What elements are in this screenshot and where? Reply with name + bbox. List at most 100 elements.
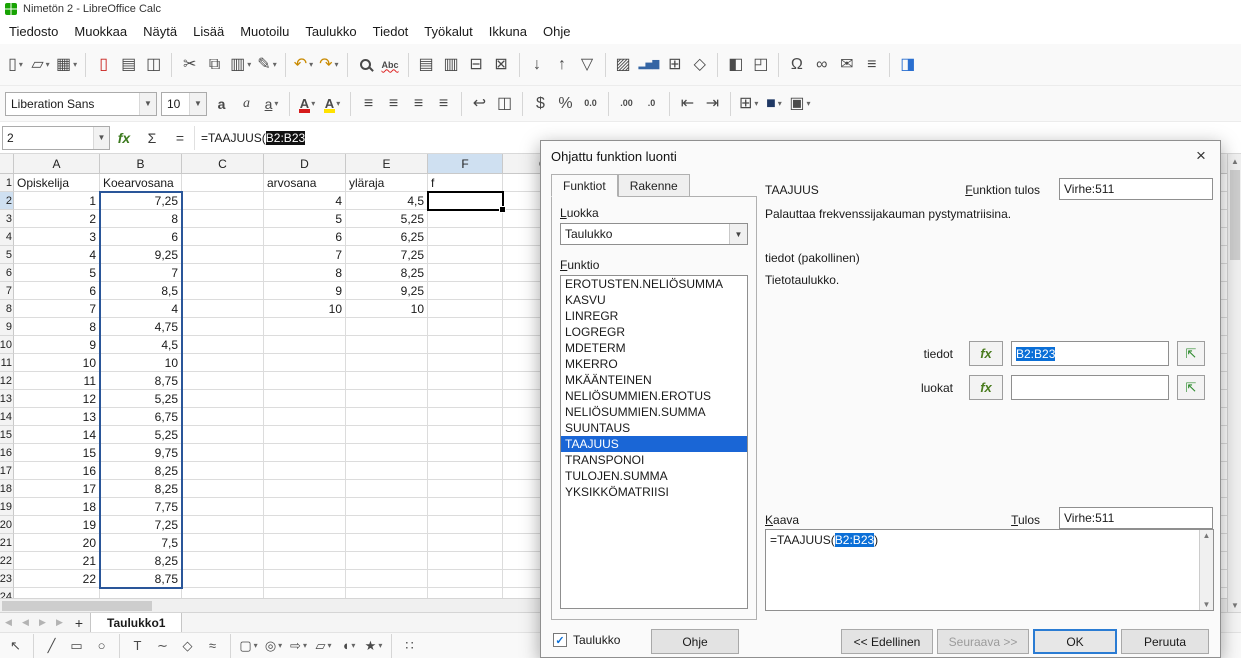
function-wizard-icon[interactable]: fx — [110, 126, 138, 150]
row-header-9[interactable]: 9 — [0, 318, 14, 336]
cell-e16[interactable] — [346, 444, 428, 462]
function-list-item-tulojen-summa[interactable]: TULOJEN.SUMMA — [561, 468, 747, 484]
cell-e17[interactable] — [346, 462, 428, 480]
close-icon[interactable]: × — [1188, 145, 1214, 167]
cell-f9[interactable] — [428, 318, 503, 336]
italic-icon[interactable]: a — [234, 89, 259, 119]
horizontal-scrollbar-thumb[interactable] — [2, 601, 152, 611]
row-header-4[interactable]: 4 — [0, 228, 14, 246]
menu-ohje[interactable]: Ohje — [535, 20, 578, 43]
menu-tykalut[interactable]: Työkalut — [416, 20, 480, 43]
row-header-14[interactable]: 14 — [0, 408, 14, 426]
next-sheet-icon[interactable]: ▶ — [34, 613, 51, 632]
cell-a17[interactable]: 16 — [14, 462, 100, 480]
chevron-down-icon[interactable]: ▾ — [778, 99, 782, 108]
select-all-corner[interactable] — [0, 154, 14, 174]
sheet-tab-taulukko1[interactable]: Taulukko1 — [90, 613, 182, 632]
scroll-down-icon[interactable]: ▼ — [1228, 598, 1241, 612]
points-icon[interactable]: ∷ — [397, 635, 422, 657]
insert-comment-icon[interactable]: ✉ — [834, 50, 859, 80]
chevron-down-icon[interactable]: ▾ — [303, 641, 307, 650]
format-percent-icon[interactable]: % — [553, 89, 578, 119]
row-header-6[interactable]: 6 — [0, 264, 14, 282]
cell-c1[interactable] — [182, 174, 264, 192]
column-header-f[interactable]: F — [428, 154, 503, 174]
function-list-item-taajuus[interactable]: TAAJUUS — [561, 436, 747, 452]
basic-shapes-icon[interactable]: ▢▾ — [236, 635, 261, 657]
cell-e6[interactable]: 8,25 — [346, 264, 428, 282]
cell-f7[interactable] — [428, 282, 503, 300]
column-header-e[interactable]: E — [346, 154, 428, 174]
cell-d7[interactable]: 9 — [264, 282, 346, 300]
cell-d10[interactable] — [264, 336, 346, 354]
cell-c24[interactable] — [182, 588, 264, 598]
star-shapes-icon[interactable]: ★▾ — [361, 635, 386, 657]
cancel-button[interactable]: Peruuta — [1121, 629, 1209, 654]
add-decimal-place-icon[interactable]: .00 — [614, 89, 639, 119]
cell-e9[interactable] — [346, 318, 428, 336]
symbol-shapes-icon[interactable]: ◎▾ — [261, 635, 286, 657]
scroll-up-icon[interactable]: ▲ — [1200, 531, 1213, 540]
insert-pivot-table-icon[interactable]: ⊞ — [662, 50, 687, 80]
cell-d23[interactable] — [264, 570, 346, 588]
luokat-input[interactable] — [1011, 375, 1169, 400]
cell-a4[interactable]: 3 — [14, 228, 100, 246]
chevron-down-icon[interactable]: ▾ — [378, 641, 382, 650]
cell-d16[interactable] — [264, 444, 346, 462]
insert-image-icon[interactable]: ▨ — [611, 50, 636, 80]
sum-icon[interactable]: Σ — [138, 126, 166, 150]
cell-f4[interactable] — [428, 228, 503, 246]
cell-d3[interactable]: 5 — [264, 210, 346, 228]
cell-c19[interactable] — [182, 498, 264, 516]
cell-e20[interactable] — [346, 516, 428, 534]
cell-c11[interactable] — [182, 354, 264, 372]
cell-e7[interactable]: 9,25 — [346, 282, 428, 300]
cell-e3[interactable]: 5,25 — [346, 210, 428, 228]
cell-d11[interactable] — [264, 354, 346, 372]
chevron-down-icon[interactable]: ▾ — [247, 60, 251, 69]
cell-b6[interactable]: 7 — [100, 264, 182, 282]
cell-a21[interactable]: 20 — [14, 534, 100, 552]
cell-d13[interactable] — [264, 390, 346, 408]
cell-b11[interactable]: 10 — [100, 354, 182, 372]
cell-d12[interactable] — [264, 372, 346, 390]
row-header-17[interactable]: 17 — [0, 462, 14, 480]
array-checkbox[interactable]: ✓ — [553, 633, 567, 647]
cell-c7[interactable] — [182, 282, 264, 300]
font-size-combo[interactable]: 10 ▼ — [161, 92, 207, 116]
cell-d6[interactable]: 8 — [264, 264, 346, 282]
insert-chart-icon[interactable]: ▂▅▇ — [636, 50, 663, 80]
insert-ellipse-icon[interactable]: ○ — [89, 635, 114, 657]
chevron-down-icon[interactable]: ▾ — [254, 641, 258, 650]
cell-e12[interactable] — [346, 372, 428, 390]
cell-d8[interactable]: 10 — [264, 300, 346, 318]
chevron-down-icon[interactable]: ▼ — [729, 224, 747, 244]
cell-b2[interactable]: 7,25 — [100, 192, 182, 210]
cell-d4[interactable]: 6 — [264, 228, 346, 246]
cell-a11[interactable]: 10 — [14, 354, 100, 372]
cell-c12[interactable] — [182, 372, 264, 390]
insert-hyperlink-icon[interactable]: ∞ — [809, 50, 834, 80]
cell-f24[interactable] — [428, 588, 503, 598]
cell-f8[interactable] — [428, 300, 503, 318]
chevron-down-icon[interactable]: ▼ — [189, 93, 206, 115]
cell-a12[interactable]: 11 — [14, 372, 100, 390]
cell-e15[interactable] — [346, 426, 428, 444]
cell-f6[interactable] — [428, 264, 503, 282]
insert-rectangle-icon[interactable]: ▭ — [64, 635, 89, 657]
function-list-item-mkerro[interactable]: MKERRO — [561, 356, 747, 372]
insert-line-icon[interactable]: ╱ — [39, 635, 64, 657]
cell-c21[interactable] — [182, 534, 264, 552]
cell-e22[interactable] — [346, 552, 428, 570]
print-preview-icon[interactable]: ◫ — [141, 50, 166, 80]
underline-icon[interactable]: a▾ — [259, 89, 284, 119]
cell-b22[interactable]: 8,25 — [100, 552, 182, 570]
tab-funktiot[interactable]: Funktiot — [551, 174, 618, 197]
row-header-20[interactable]: 20 — [0, 516, 14, 534]
cell-f23[interactable] — [428, 570, 503, 588]
clone-formatting-icon[interactable]: ✎▾ — [254, 50, 279, 80]
cell-e19[interactable] — [346, 498, 428, 516]
show-draw-functions-icon[interactable]: ◇ — [687, 50, 712, 80]
function-list-item-linregr[interactable]: LINREGR — [561, 308, 747, 324]
scroll-down-icon[interactable]: ▼ — [1200, 600, 1213, 609]
